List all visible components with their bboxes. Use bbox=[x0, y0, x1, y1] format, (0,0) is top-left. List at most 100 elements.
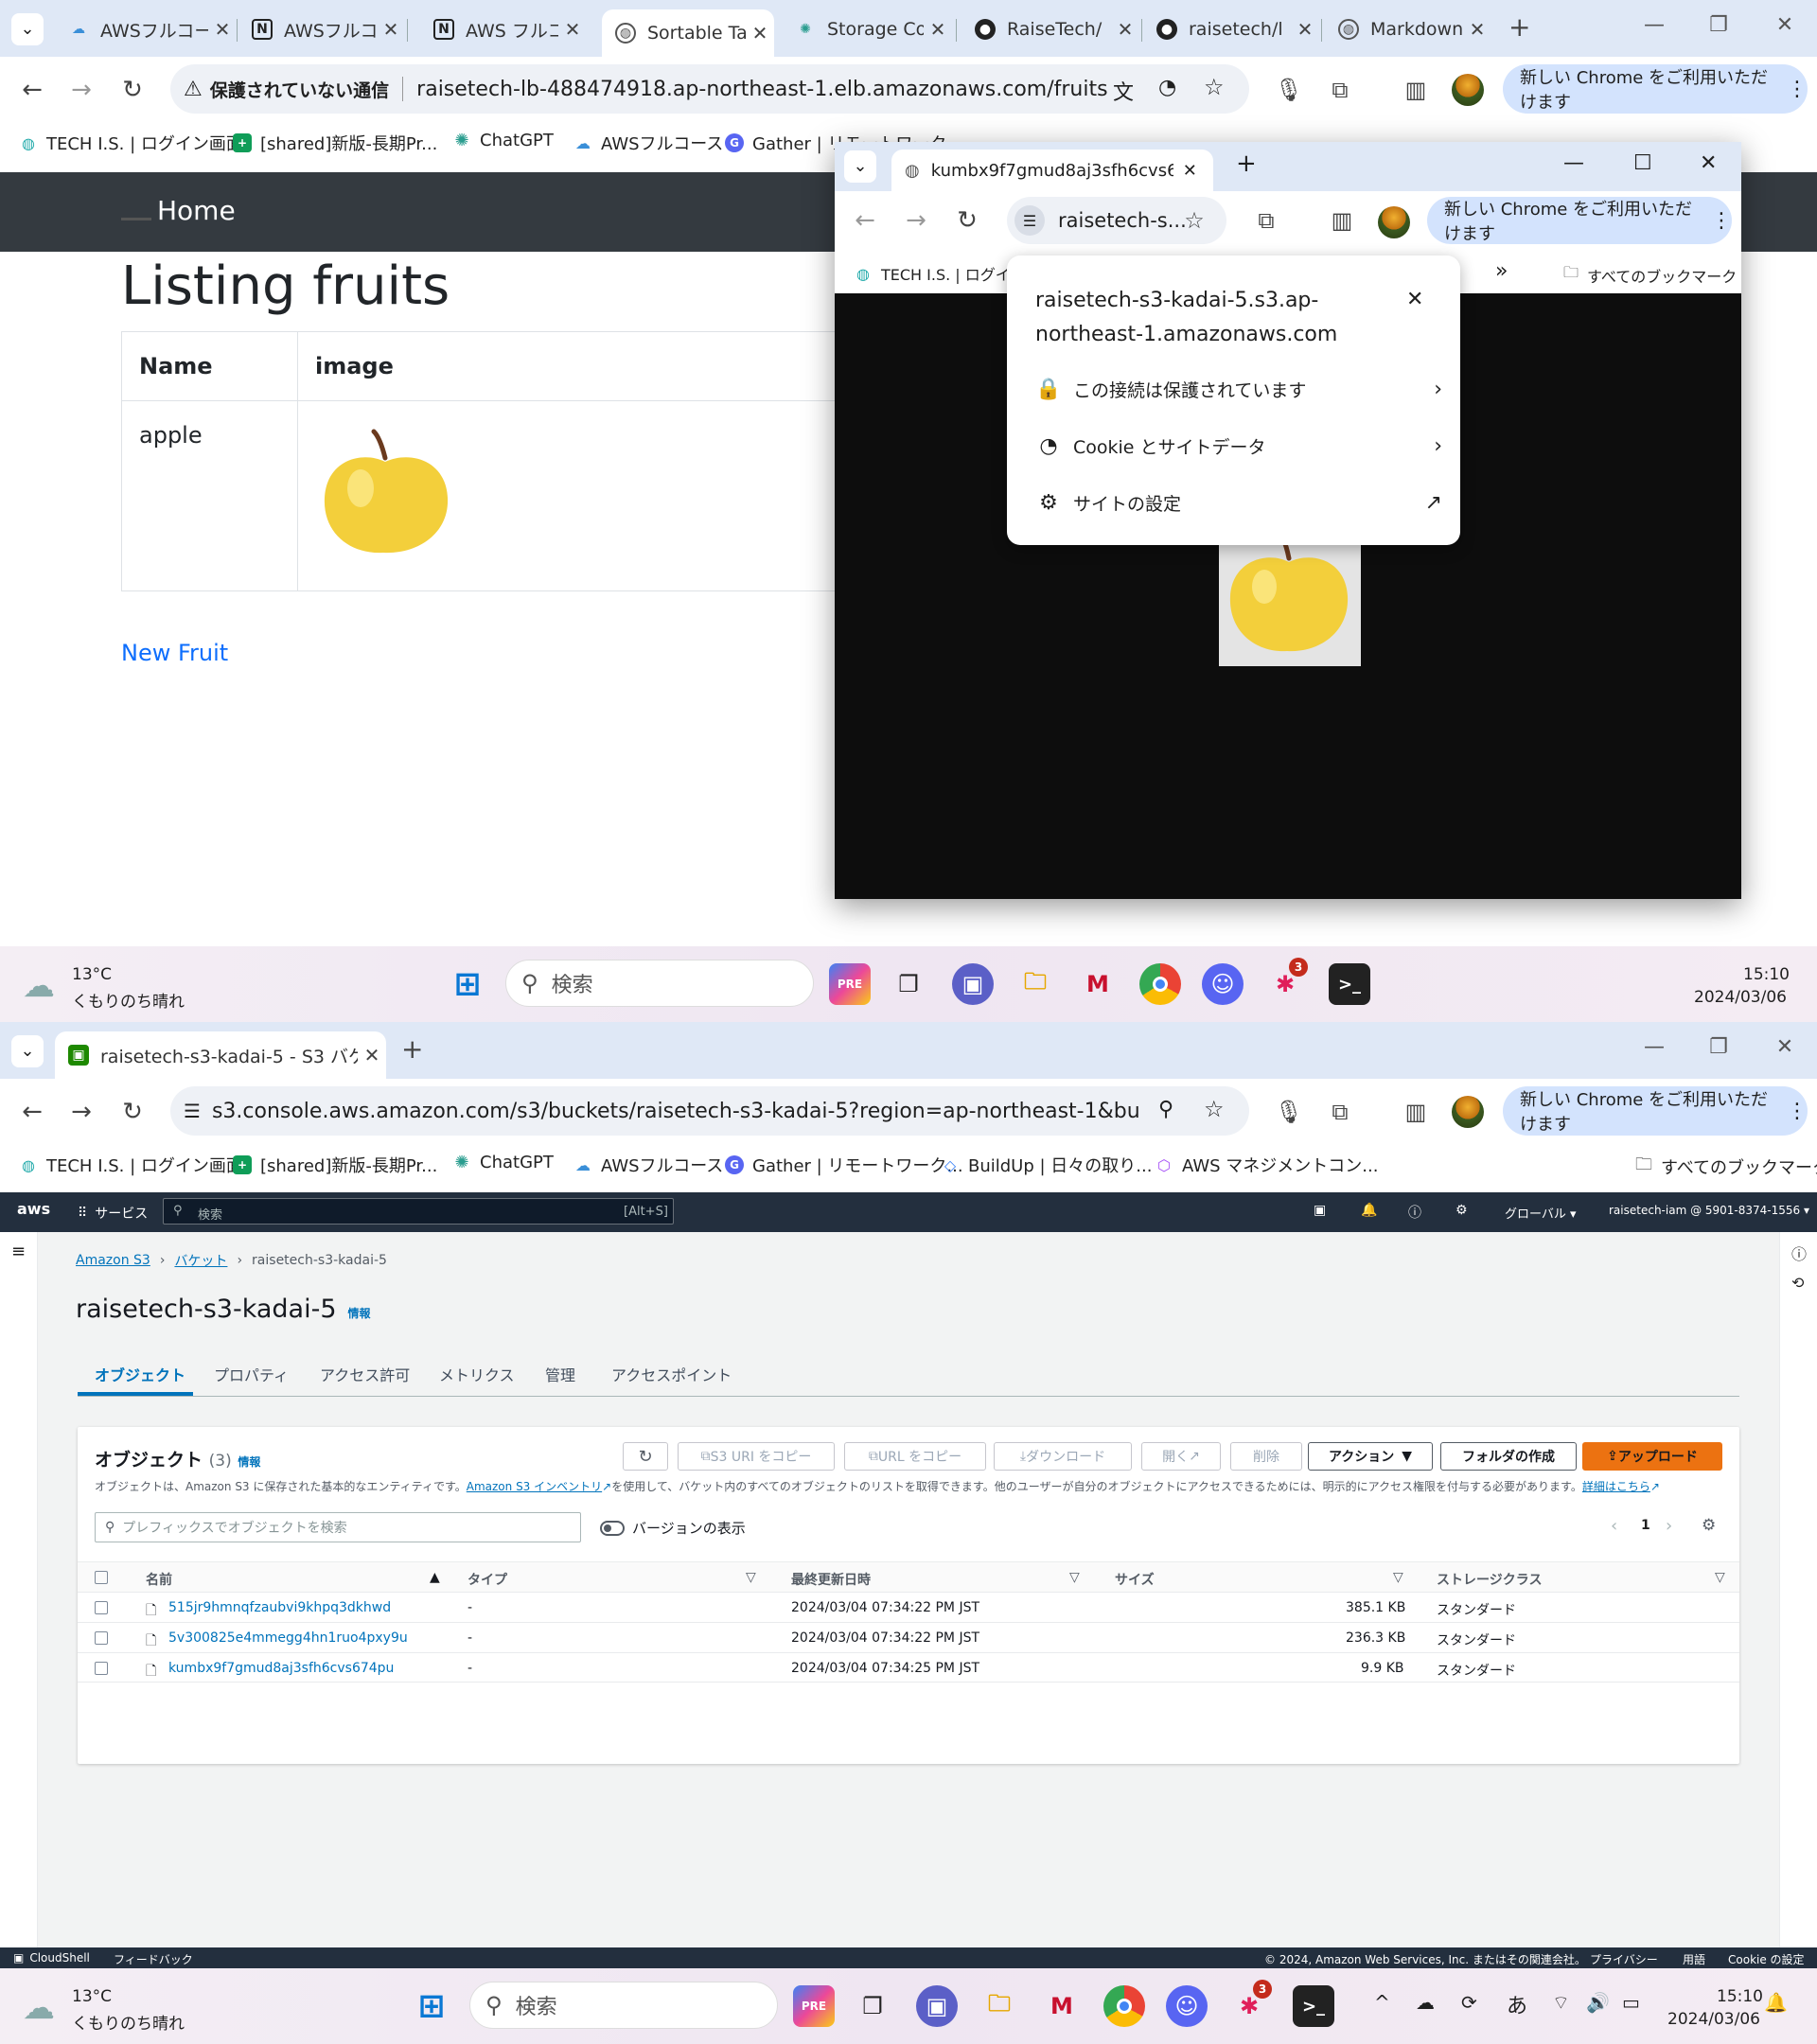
navbar-toggle[interactable] bbox=[121, 218, 151, 220]
new-tab-button[interactable]: + bbox=[1508, 11, 1530, 43]
cookie-settings-link[interactable]: Cookie の設定 bbox=[1728, 1951, 1805, 1967]
sort-icon[interactable]: ▽ bbox=[1393, 1570, 1403, 1585]
star-icon[interactable]: ☆ bbox=[1204, 74, 1225, 100]
new-chrome-button[interactable]: 新しい Chrome をご利用いただけます ⋮ bbox=[1503, 64, 1808, 114]
task-view-icon[interactable]: ❐ bbox=[852, 1985, 893, 2027]
close-window-button[interactable]: ✕ bbox=[1700, 151, 1717, 175]
tab-metrics[interactable]: メトリクス bbox=[439, 1363, 515, 1385]
feedback-link[interactable]: フィードバック bbox=[114, 1951, 193, 1967]
notification-bell-icon[interactable]: 🔔 bbox=[1764, 1991, 1788, 2014]
tab-raisetech-l[interactable]: ● raisetech/l ✕ bbox=[1143, 9, 1319, 49]
extensions-icon[interactable]: ⧉ bbox=[1323, 1096, 1357, 1128]
maximize-button[interactable]: ☐ bbox=[1633, 151, 1652, 175]
site-settings-row[interactable]: ⚙ サイトの設定 ↗ bbox=[1035, 490, 1442, 516]
tab-s3-bucket[interactable]: ▣raisetech-s3-kadai-5 - S3 バケット✕ bbox=[55, 1031, 386, 1079]
close-icon[interactable]: ✕ bbox=[377, 18, 405, 41]
page-number[interactable]: 1 bbox=[1641, 1518, 1650, 1533]
prefix-search-input[interactable]: ⚲ プレフィックスでオブジェクトを検索 bbox=[95, 1512, 581, 1542]
learn-more-link[interactable]: 詳細はこちら bbox=[1582, 1480, 1650, 1493]
profile-avatar[interactable] bbox=[1452, 74, 1484, 106]
cloudshell-icon[interactable]: ▣ bbox=[1314, 1203, 1326, 1218]
task-view-icon[interactable]: ❐ bbox=[888, 963, 929, 1005]
zoom-icon[interactable]: ⚲ bbox=[1158, 1098, 1173, 1121]
bookmark-tech-is[interactable]: ◍ TECH I.S. | ログイン bbox=[854, 262, 1026, 285]
close-icon[interactable]: ✕ bbox=[558, 18, 587, 41]
performance-icon[interactable]: ◔ bbox=[1158, 76, 1176, 99]
tab-markdown[interactable]: ◍ Markdown ✕ bbox=[1325, 9, 1491, 49]
open-button[interactable]: 開く ↗ bbox=[1141, 1442, 1221, 1471]
chevron-up-icon[interactable]: ^ bbox=[1374, 1991, 1390, 2014]
forward-button[interactable]: → bbox=[64, 1096, 98, 1128]
site-info-icon[interactable]: ☰ bbox=[1014, 205, 1045, 236]
sort-asc-icon[interactable]: ▲ bbox=[430, 1570, 440, 1585]
bell-icon[interactable]: 🔔 bbox=[1361, 1203, 1377, 1218]
chrome-icon[interactable] bbox=[1103, 1985, 1145, 2027]
mcafee-icon[interactable]: M bbox=[1077, 963, 1119, 1005]
prev-page-icon[interactable]: ‹ bbox=[1611, 1516, 1617, 1536]
discord-icon[interactable]: ☺ bbox=[1166, 1985, 1208, 2027]
address-bar[interactable]: ⚠ 保護されていない通信 raisetech-lb-488474918.ap-n… bbox=[170, 64, 1249, 114]
actions-dropdown[interactable]: アクション ▼ bbox=[1308, 1442, 1433, 1471]
new-chrome-button[interactable]: 新しい Chrome をご利用いただけます ⋮ bbox=[1503, 1086, 1808, 1136]
terminal-icon[interactable]: >_ bbox=[1329, 963, 1370, 1005]
info-link[interactable]: 情報 bbox=[238, 1455, 260, 1469]
history-icon[interactable]: ⟲ bbox=[1791, 1274, 1804, 1292]
sync-icon[interactable]: ⟳ bbox=[1461, 1991, 1477, 2014]
chrome-icon[interactable] bbox=[1139, 963, 1181, 1005]
restore-button[interactable]: ❐ bbox=[1700, 13, 1738, 37]
new-tab-button[interactable]: + bbox=[1236, 150, 1257, 178]
extensions-icon[interactable]: ⧉ bbox=[1323, 74, 1357, 106]
taskbar-search[interactable]: ⚲ 検索 bbox=[469, 1982, 778, 2029]
sort-icon[interactable]: ▽ bbox=[1715, 1570, 1725, 1585]
row-checkbox[interactable] bbox=[95, 1662, 108, 1675]
info-icon[interactable]: ⓘ bbox=[1791, 1242, 1807, 1264]
profile-avatar[interactable] bbox=[1378, 206, 1410, 238]
copy-s3-uri-button[interactable]: ⧉ S3 URI をコピー bbox=[678, 1442, 835, 1471]
slack-icon[interactable]: ✱ 3 bbox=[1228, 1980, 1272, 2027]
bookmark-aws-course[interactable]: ☁ AWSフルコース bbox=[573, 131, 723, 155]
tab-sortable[interactable]: ◍ Sortable Ta ✕ bbox=[602, 9, 774, 57]
volume-icon[interactable]: 🔊 bbox=[1586, 1991, 1610, 2014]
bookmark-buildup[interactable]: ◇ BuildUp | 日々の取り... bbox=[941, 1153, 1153, 1177]
onedrive-icon[interactable]: ☁ bbox=[1416, 1991, 1435, 2014]
refresh-button[interactable]: ↻ bbox=[623, 1442, 668, 1471]
close-icon[interactable]: ✕ bbox=[924, 18, 952, 41]
all-bookmarks[interactable]: 🗀 すべてのブックマーク bbox=[1635, 1153, 1817, 1181]
tab-search-icon[interactable]: ⌄ bbox=[11, 1035, 44, 1067]
tab-aws-3[interactable]: N AWS フルコ ✕ bbox=[420, 9, 587, 49]
bookmark-aws-course[interactable]: ☁ AWSフルコース bbox=[573, 1153, 723, 1177]
object-link[interactable]: 515jr9hmnqfzaubvi9khpq3dkhwd bbox=[168, 1600, 391, 1615]
settings-icon[interactable]: ⚙ bbox=[1702, 1516, 1716, 1535]
sort-icon[interactable]: ▽ bbox=[1069, 1570, 1080, 1585]
side-panel-icon[interactable]: ▥ bbox=[1325, 204, 1359, 237]
side-panel-icon[interactable]: ▥ bbox=[1399, 1096, 1433, 1128]
bookmark-aws-console[interactable]: ⬡ AWS マネジメントコン... bbox=[1155, 1153, 1378, 1177]
bookmark-tech-is[interactable]: ◍ TECH I.S. | ログイン画面 bbox=[19, 131, 243, 155]
aws-logo[interactable]: aws bbox=[17, 1200, 50, 1218]
copilot-icon[interactable]: PRE bbox=[829, 963, 871, 1005]
teams-icon[interactable]: ▣ bbox=[916, 1985, 958, 2027]
tab-search-icon[interactable]: ⌄ bbox=[844, 150, 876, 183]
more-bookmarks-icon[interactable]: » bbox=[1495, 259, 1508, 283]
reload-button[interactable]: ↻ bbox=[115, 1096, 150, 1128]
close-icon[interactable]: ✕ bbox=[1406, 288, 1423, 311]
row-checkbox[interactable] bbox=[95, 1631, 108, 1645]
region-menu[interactable]: グローバル ▾ bbox=[1505, 1204, 1577, 1222]
address-bar[interactable]: ☰ s3.console.aws.amazon.com/s3/buckets/r… bbox=[170, 1086, 1249, 1136]
show-versions-toggle[interactable]: バージョンの表示 bbox=[600, 1518, 746, 1538]
teams-icon[interactable]: ▣ bbox=[952, 963, 994, 1005]
translate-icon[interactable]: 文 bbox=[1113, 76, 1134, 106]
upload-button[interactable]: ⇪ アップロード bbox=[1582, 1442, 1722, 1471]
ime-indicator[interactable]: あ bbox=[1507, 1989, 1527, 2019]
battery-icon[interactable]: ▭ bbox=[1622, 1991, 1640, 2014]
bookmark-chatgpt[interactable]: ✺ ChatGPT bbox=[452, 131, 553, 150]
new-tab-button[interactable]: + bbox=[401, 1033, 423, 1065]
home-link[interactable]: Home bbox=[157, 195, 236, 226]
all-bookmarks[interactable]: 🗀 すべてのブックマーク bbox=[1563, 262, 1737, 288]
bookmark-shared[interactable]: + [shared]新版-長期Pr... bbox=[233, 1153, 437, 1177]
close-icon[interactable]: ✕ bbox=[1183, 161, 1197, 181]
cookies-row[interactable]: ◔ Cookie とサイトデータ › bbox=[1035, 433, 1442, 459]
more-icon[interactable]: ⋮ bbox=[1787, 78, 1808, 101]
forward-button[interactable]: → bbox=[64, 74, 98, 106]
weather-icon[interactable]: ☁ bbox=[23, 967, 55, 1005]
